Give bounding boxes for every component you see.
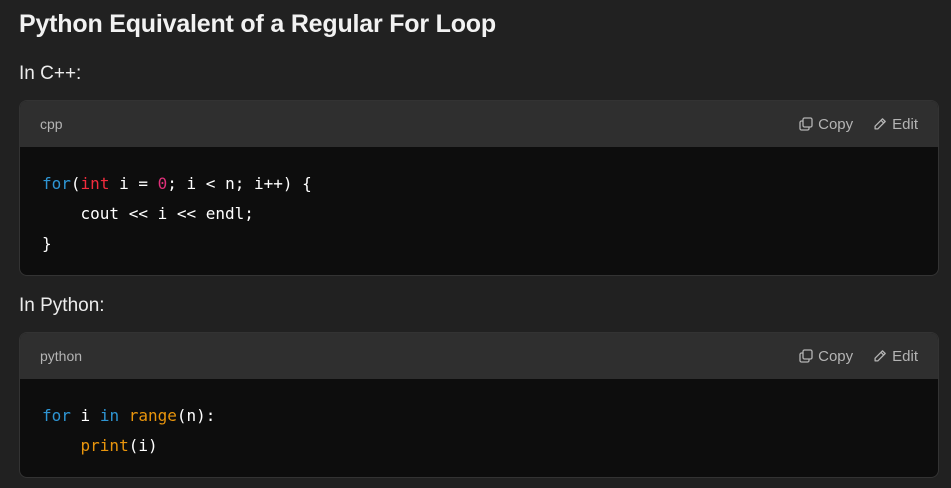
code-text: (n):: [176, 406, 216, 425]
code-text: (: [70, 174, 81, 193]
code-number: 0: [157, 174, 168, 193]
code-text: i =: [109, 174, 158, 193]
copy-code-button[interactable]: Copy: [799, 348, 853, 365]
cpp-code-block: cpp Copy Edit for(int i = 0; i < n; i++)…: [19, 100, 939, 276]
edit-code-button[interactable]: Edit: [873, 116, 918, 133]
code-block-header: python Copy Edit: [20, 333, 938, 379]
cpp-intro-text: In C++:: [19, 63, 82, 84]
copy-icon: [799, 349, 813, 363]
code-language-label: python: [40, 348, 83, 364]
pencil-icon: [873, 349, 887, 363]
code-keyword: for: [42, 406, 71, 425]
python-code-content: for i in range(n): print(i): [20, 379, 938, 477]
code-text: i: [70, 406, 100, 425]
code-text: ; i < n; i++) {: [167, 174, 312, 193]
python-intro-text: In Python:: [19, 295, 105, 316]
code-language-label: cpp: [40, 116, 63, 132]
code-actions: Copy Edit: [799, 348, 918, 365]
code-line: for i in range(n):: [42, 401, 916, 431]
edit-label: Edit: [892, 115, 918, 133]
python-code-block: python Copy Edit for i in range(n): prin…: [19, 332, 939, 478]
code-type: int: [80, 174, 110, 193]
copy-label: Copy: [818, 115, 854, 133]
code-actions: Copy Edit: [799, 116, 918, 133]
copy-code-button[interactable]: Copy: [799, 116, 853, 133]
code-line: for(int i = 0; i < n; i++) {: [42, 169, 916, 199]
section-heading: Python Equivalent of a Regular For Loop: [19, 10, 496, 38]
code-line: }: [42, 234, 52, 253]
code-block-header: cpp Copy Edit: [20, 101, 938, 147]
chat-response: Python Equivalent of a Regular For Loop …: [0, 0, 951, 488]
edit-label: Edit: [892, 347, 918, 365]
code-line: print(i): [42, 431, 916, 461]
code-text: (i): [128, 436, 158, 455]
code-line: cout << i << endl;: [42, 204, 254, 223]
code-function: print: [80, 436, 129, 455]
edit-code-button[interactable]: Edit: [873, 348, 918, 365]
copy-icon: [799, 117, 813, 131]
copy-label: Copy: [818, 347, 854, 365]
code-keyword: for: [42, 174, 71, 193]
cpp-code-content: for(int i = 0; i < n; i++) { cout << i <…: [20, 147, 938, 275]
code-function: range: [128, 406, 177, 425]
code-keyword: in: [99, 406, 120, 425]
pencil-icon: [873, 117, 887, 131]
